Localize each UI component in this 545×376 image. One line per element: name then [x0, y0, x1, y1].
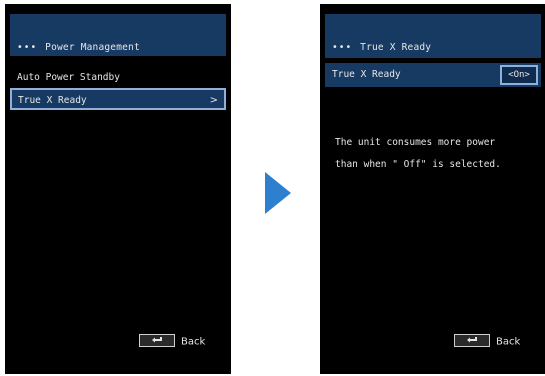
back-button[interactable]: Back: [139, 334, 206, 349]
setting-row-true-x-ready[interactable]: True X Ready <On>: [325, 63, 541, 87]
menu-header: ••• Power Management: [10, 14, 226, 56]
menu-header: ••• True X Ready: [325, 14, 541, 58]
header-dots-icon: •••: [17, 42, 38, 53]
left-screen: ••• Power Management Auto Power Standby T…: [5, 4, 231, 374]
header-dots-icon: •••: [332, 42, 353, 53]
header-label: Power Management: [45, 42, 140, 53]
menu-item-label: Auto Power Standby: [17, 72, 120, 83]
arrow-right-icon: [259, 170, 293, 220]
return-key-icon: [139, 334, 175, 347]
return-key-icon: [454, 334, 490, 347]
header-label: True X Ready: [360, 42, 432, 53]
setting-description: The unit consumes more power than when "…: [335, 137, 501, 170]
header-title: ••• Power Management: [17, 42, 140, 53]
chevron-right-icon: >: [209, 95, 218, 106]
back-label: Back: [496, 336, 521, 348]
setting-value[interactable]: <On>: [500, 65, 538, 85]
right-screen: ••• True X Ready True X Ready <On> The un…: [320, 4, 545, 374]
setting-label: True X Ready: [332, 69, 401, 80]
menu-item-true-x-ready[interactable]: True X Ready >: [10, 88, 226, 110]
back-label: Back: [181, 336, 206, 348]
header-title: ••• True X Ready: [332, 42, 431, 53]
menu-item-auto-power-standby[interactable]: Auto Power Standby: [10, 67, 226, 89]
back-button[interactable]: Back: [454, 334, 521, 349]
menu-item-label: True X Ready: [18, 95, 87, 106]
